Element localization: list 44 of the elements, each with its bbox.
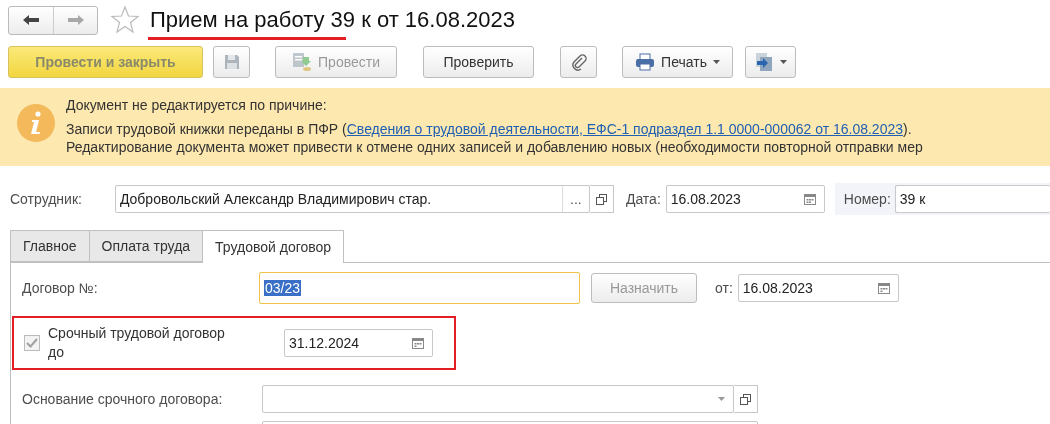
tab[interactable]: Трудовой договор <box>202 230 345 263</box>
open-button[interactable] <box>589 185 614 213</box>
basis-label: Основание срочного договора: <box>22 391 224 407</box>
banner-heading: Документ не редактируется по причине: <box>66 96 328 114</box>
right-arrow-icon <box>66 14 85 26</box>
date-label: Дата: <box>625 191 661 207</box>
export-icon <box>754 52 774 72</box>
tab[interactable]: Оплата труда <box>88 230 203 262</box>
calendar-icon[interactable] <box>877 282 890 294</box>
employee-label: Сотрудник: <box>10 191 82 207</box>
from-label: от: <box>715 280 733 296</box>
windows-icon <box>740 393 751 405</box>
number-label: Номер: <box>843 191 891 207</box>
contract-number-field[interactable]: 03/23 <box>259 272 580 304</box>
check-button[interactable]: Проверить <box>423 46 534 78</box>
print-button[interactable]: Печать <box>622 46 733 78</box>
star-icon[interactable] <box>110 5 140 35</box>
document-link[interactable]: Сведения о трудовой деятельности, ЕФС-1 подраздел 1.1 0000-000062 от 16.08.2023 <box>346 121 903 137</box>
windows-icon <box>595 193 607 205</box>
contract-date-field[interactable]: 16.08.2023 <box>737 274 899 302</box>
info-icon <box>17 104 55 142</box>
printer-icon <box>635 53 656 71</box>
left-arrow-icon <box>22 14 40 26</box>
fixed-term-label: Срочный трудовой договор до <box>48 324 226 362</box>
caret-icon <box>780 60 787 64</box>
banner-reason: Записи трудовой книжки переданы в ПФР (Сведения о трудовой деятельности, ЕФС-1 подраздел 1.1 0000-000062 от 16.08.2023). <box>66 120 913 138</box>
date-field[interactable]: 16.08.2023 <box>665 185 825 213</box>
choose-button[interactable]: ... <box>561 186 589 212</box>
dropdown-icon[interactable] <box>718 397 725 401</box>
calendar-icon[interactable] <box>412 337 424 349</box>
attach-button[interactable] <box>560 46 597 78</box>
caret-icon <box>712 60 720 64</box>
tab[interactable]: Главное <box>10 230 89 262</box>
banner-warning: Редактирование документа может привести к отмене одних записей и добавлению новых (необходимости повторной отправки мер <box>66 138 923 156</box>
number-field[interactable]: 39 к <box>894 185 1050 213</box>
window-title: Прием на работу 39 к от 16.08.2023 <box>150 7 515 32</box>
document-icon <box>292 52 313 72</box>
calendar-icon[interactable] <box>803 193 816 205</box>
employee-field[interactable]: Добровольский Александр Владимирович стар. ... <box>114 185 590 213</box>
contract-number-label: Договор №: <box>22 280 99 296</box>
basis-field[interactable] <box>262 385 734 413</box>
open-button[interactable] <box>734 385 758 413</box>
paperclip-icon <box>570 53 587 71</box>
export-menu-button[interactable] <box>745 46 796 78</box>
